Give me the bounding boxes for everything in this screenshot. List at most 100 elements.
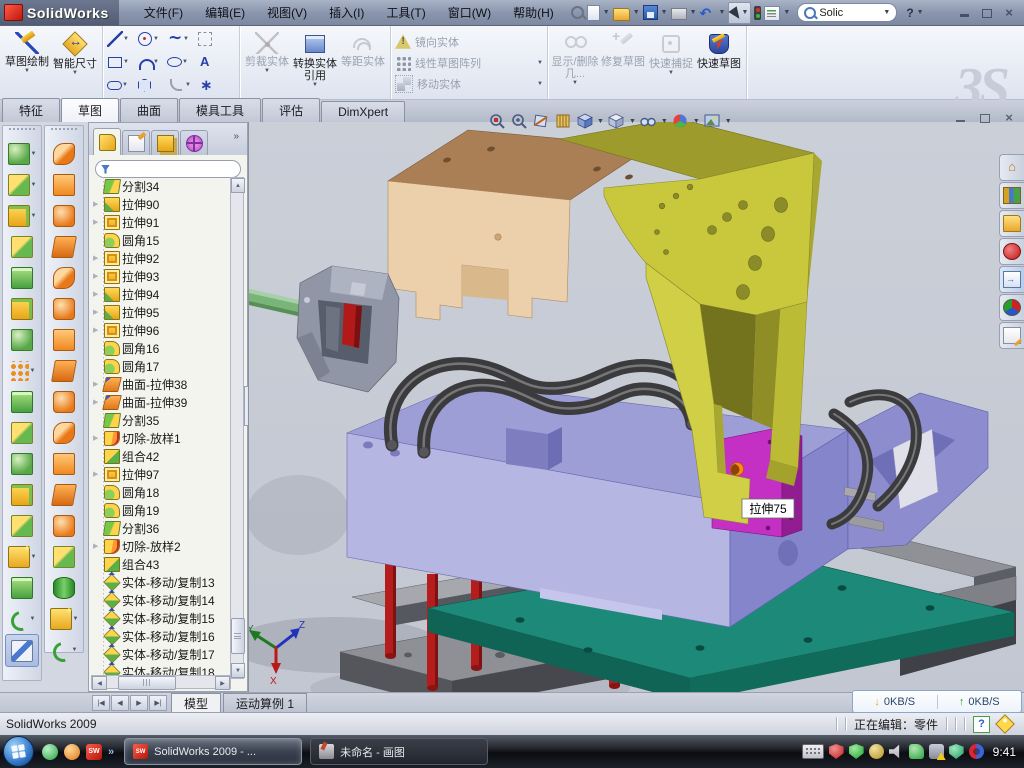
command-button[interactable]: 草图绘制 bbox=[3, 28, 51, 97]
menu-item[interactable]: 编辑(E) bbox=[194, 0, 256, 25]
apply-scene-icon[interactable] bbox=[703, 112, 722, 131]
toolbar-dropdown-icon[interactable] bbox=[73, 616, 79, 622]
tree-item[interactable]: 圆角17 bbox=[91, 357, 231, 375]
tree-item[interactable]: 拉伸94 bbox=[91, 285, 231, 303]
sketch-entity-button[interactable] bbox=[197, 29, 227, 49]
menu-item[interactable]: 插入(I) bbox=[318, 0, 375, 25]
help-button[interactable]: ? bbox=[906, 6, 913, 20]
tree-item[interactable]: 切除-放样2 bbox=[91, 537, 231, 555]
expand-arrow-icon[interactable] bbox=[93, 326, 102, 334]
entity-dropdown-icon[interactable] bbox=[123, 36, 129, 42]
tree-item[interactable]: 分割36 bbox=[91, 519, 231, 537]
menu-item[interactable]: 文件(F) bbox=[133, 0, 194, 25]
toolbar-button[interactable] bbox=[45, 634, 83, 665]
help-dropdown-icon[interactable]: ▼ bbox=[917, 9, 924, 16]
command-button[interactable]: 剪裁实体 bbox=[243, 28, 291, 97]
entity-dropdown-icon[interactable] bbox=[183, 36, 189, 42]
tree-item[interactable]: 实体-移动/复制13 bbox=[91, 573, 231, 591]
expand-arrow-icon[interactable] bbox=[93, 542, 102, 550]
toolbar-button[interactable] bbox=[45, 541, 83, 572]
task-pane-tab[interactable] bbox=[999, 322, 1024, 349]
tree-item[interactable]: 组合43 bbox=[91, 555, 231, 573]
taskbar-task-button[interactable]: 未命名 - 画图 bbox=[310, 738, 488, 765]
command-dropdown-icon[interactable] bbox=[312, 82, 318, 90]
command-dropdown-icon[interactable] bbox=[24, 68, 30, 76]
view-settings-icon[interactable] bbox=[553, 112, 572, 131]
tree-item[interactable]: 实体-移动/复制15 bbox=[91, 609, 231, 627]
expand-arrow-icon[interactable] bbox=[93, 398, 102, 406]
toolbar-dropdown-icon[interactable] bbox=[31, 182, 37, 188]
print-icon[interactable] bbox=[671, 8, 687, 20]
toolbar-dropdown-icon[interactable] bbox=[31, 151, 37, 157]
sketch-entity-button[interactable] bbox=[107, 75, 137, 95]
command-button[interactable]: 移动实体 bbox=[395, 74, 543, 93]
entity-dropdown-icon[interactable] bbox=[185, 82, 191, 88]
tray-icon[interactable] bbox=[969, 744, 984, 759]
sketch-entity-button[interactable] bbox=[107, 29, 137, 49]
sketch-entity-button[interactable] bbox=[167, 75, 197, 95]
tray-icon[interactable] bbox=[869, 744, 884, 759]
toolbar-button[interactable] bbox=[3, 448, 41, 479]
options-icon[interactable] bbox=[764, 6, 780, 21]
tree-item[interactable]: 圆角16 bbox=[91, 339, 231, 357]
scene-dropdown-icon[interactable]: ▼ bbox=[725, 118, 732, 125]
toolbar-button[interactable] bbox=[45, 603, 83, 634]
ribbon-tab[interactable]: 特征 bbox=[2, 98, 60, 122]
restore-button[interactable] bbox=[980, 7, 994, 19]
command-dropdown-icon[interactable] bbox=[572, 80, 578, 88]
sketch-entity-button[interactable] bbox=[197, 75, 227, 95]
section-view-icon[interactable] bbox=[531, 112, 550, 131]
tray-icon[interactable] bbox=[949, 744, 964, 759]
command-dropdown-icon[interactable] bbox=[72, 70, 78, 78]
start-button[interactable] bbox=[3, 736, 34, 767]
prev-tab-icon[interactable]: ◀ bbox=[111, 695, 129, 711]
task-pane-tab[interactable] bbox=[999, 210, 1024, 237]
sketch-entity-button[interactable] bbox=[107, 52, 137, 72]
toolbar-button[interactable] bbox=[45, 231, 83, 262]
minimize-button[interactable] bbox=[958, 7, 972, 19]
sketch-entity-button[interactable] bbox=[137, 52, 167, 72]
tree-item[interactable]: 圆角18 bbox=[91, 483, 231, 501]
command-button[interactable]: 快速草图 bbox=[695, 28, 743, 97]
expand-arrow-icon[interactable] bbox=[93, 290, 102, 298]
toolbar-button[interactable] bbox=[45, 510, 83, 541]
sprue-clamp-part[interactable] bbox=[249, 266, 399, 392]
search-dropdown-icon[interactable]: ▼ bbox=[883, 9, 890, 16]
save-dropdown-icon[interactable]: ▼ bbox=[661, 9, 668, 16]
tree-item[interactable]: 曲面-拉伸38 bbox=[91, 375, 231, 393]
tray-icon[interactable] bbox=[829, 744, 844, 759]
toolbar-button[interactable] bbox=[5, 634, 39, 667]
toolbar-button[interactable] bbox=[45, 169, 83, 200]
tree-item[interactable]: 实体-移动/复制14 bbox=[91, 591, 231, 609]
scroll-left-icon[interactable]: ◀ bbox=[92, 676, 107, 690]
tray-icon[interactable] bbox=[849, 744, 864, 759]
toolbar-button[interactable] bbox=[3, 324, 41, 355]
save-icon[interactable] bbox=[643, 5, 658, 20]
tree-item[interactable]: 拉伸93 bbox=[91, 267, 231, 285]
tree-item[interactable]: 曲面-拉伸39 bbox=[91, 393, 231, 411]
toolbar-button[interactable] bbox=[45, 448, 83, 479]
command-dropdown-icon[interactable] bbox=[668, 70, 674, 78]
toolbar-button[interactable] bbox=[3, 479, 41, 510]
tree-item[interactable]: 拉伸91 bbox=[91, 213, 231, 231]
tray-icon[interactable] bbox=[929, 744, 944, 759]
quick-tips-icon[interactable]: ? bbox=[973, 716, 990, 733]
task-pane-tab[interactable] bbox=[999, 238, 1024, 265]
quicklaunch-more-icon[interactable]: » bbox=[108, 746, 114, 758]
command-dropdown-icon[interactable] bbox=[537, 60, 543, 66]
toolbar-button[interactable] bbox=[3, 386, 41, 417]
undo-dropdown-icon[interactable]: ▼ bbox=[719, 9, 726, 16]
display-style-dropdown-icon[interactable]: ▼ bbox=[629, 118, 636, 125]
tree-item[interactable]: 实体-移动/复制17 bbox=[91, 645, 231, 663]
more-tabs-icon[interactable]: » bbox=[233, 131, 243, 146]
toolbar-button[interactable] bbox=[45, 355, 83, 386]
view-orientation-dropdown-icon[interactable]: ▼ bbox=[597, 118, 604, 125]
toolbar-button[interactable] bbox=[45, 572, 83, 603]
menu-item[interactable]: 视图(V) bbox=[256, 0, 318, 25]
command-dropdown-icon[interactable] bbox=[264, 68, 270, 76]
task-pane-tab[interactable]: ⌂ bbox=[999, 154, 1024, 181]
toolbar-dropdown-icon[interactable] bbox=[30, 368, 36, 374]
tree-item[interactable]: 实体-移动/复制16 bbox=[91, 627, 231, 645]
first-tab-icon[interactable]: |◀ bbox=[92, 695, 110, 711]
command-button[interactable]: 转换实体引用 bbox=[291, 28, 339, 97]
